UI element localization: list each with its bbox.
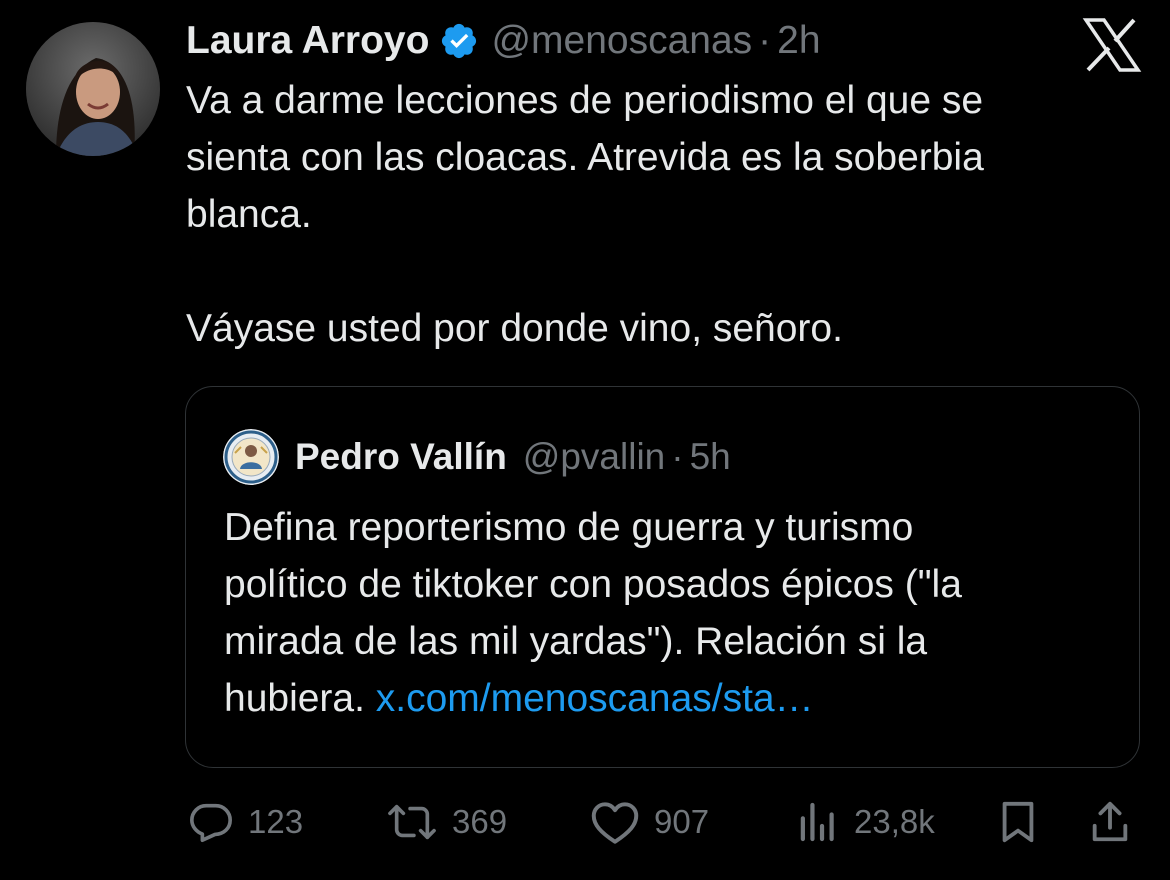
views-button[interactable]: 23,8k [796,790,935,854]
quoted-header-separator: · [671,436,684,477]
like-button[interactable]: 907 [590,790,709,854]
views-count: 23,8k [854,803,935,840]
quoted-tweet-timestamp[interactable]: 5h [690,436,731,478]
reply-button[interactable]: 123 [188,790,303,854]
quoted-tweet-link[interactable]: x.com/menoscanas/sta… [376,677,814,720]
quoted-text-line: mirada de las mil yardas"). Relación si … [224,620,928,663]
tweet-text-line: blanca. [186,193,312,236]
quoted-tweet-header: Pedro Vallín @pvallin · 5h [223,429,731,485]
bookmark-button[interactable] [998,790,1038,854]
author-handle[interactable]: @menoscanas [491,19,752,63]
like-count: 907 [654,803,710,840]
share-icon [1088,799,1132,845]
quoted-tweet[interactable]: Pedro Vallín @pvallin · 5h Defina report… [185,386,1140,768]
tweet-text-line: Va a darme lecciones de periodismo el qu… [186,79,984,122]
tweet-header: Laura Arroyo @menoscanas · 2h [186,18,821,64]
tweet-text-line: Váyase usted por donde vino, señoro. [186,307,843,350]
quoted-text-line: hubiera. x.com/menoscanas/sta… [224,670,1114,727]
heart-icon [590,799,640,845]
x-logo-icon[interactable] [1082,18,1142,72]
verified-badge-icon [439,21,479,61]
author-avatar[interactable] [26,22,160,156]
repost-button[interactable]: 369 [386,790,507,854]
quoted-text-fragment: hubiera. [224,677,376,720]
repost-icon [386,799,438,845]
tweet-timestamp[interactable]: 2h [777,19,820,63]
header-separator: · [758,19,772,62]
quoted-author-name[interactable]: Pedro Vallín [295,436,507,478]
reply-count: 123 [248,803,304,840]
quoted-author-handle[interactable]: @pvallin [523,436,665,478]
quoted-text-line: político de tiktoker con posados épicos … [224,563,962,606]
bookmark-icon [998,799,1038,845]
action-bar: 123 369 907 23,8k [0,790,1170,854]
views-icon [796,799,840,845]
share-button[interactable] [1088,790,1132,854]
author-name[interactable]: Laura Arroyo [186,19,429,63]
tweet-text-line: sienta con las cloacas. Atrevida es la s… [186,136,984,179]
quoted-author-avatar[interactable] [223,429,279,485]
quoted-tweet-text: Defina reporterismo de guerra y turismo … [224,499,1114,727]
repost-count: 369 [452,803,508,840]
reply-icon [188,799,234,845]
tweet-text: Va a darme lecciones de periodismo el qu… [186,72,1136,357]
tweet: Laura Arroyo @menoscanas · 2h Va a darme… [0,0,1170,880]
quoted-text-line: Defina reporterismo de guerra y turismo [224,506,914,549]
